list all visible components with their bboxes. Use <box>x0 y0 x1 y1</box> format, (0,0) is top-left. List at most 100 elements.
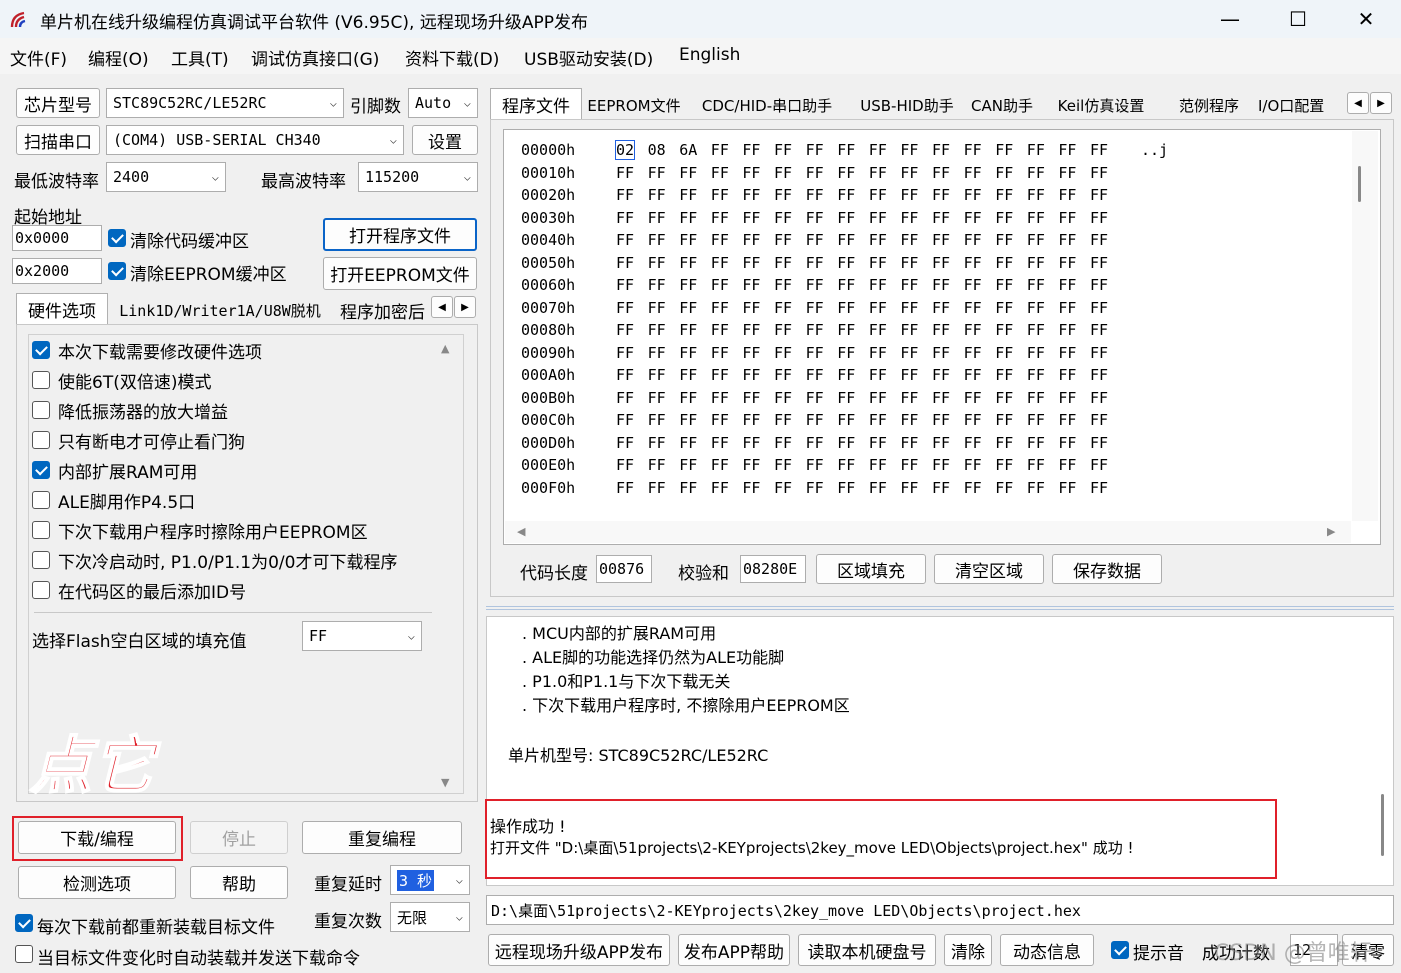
hex-byte[interactable]: FF <box>616 411 634 429</box>
repeat-program-button[interactable]: 重复编程 <box>302 821 462 854</box>
hex-byte[interactable]: FF <box>1090 389 1108 407</box>
menu-file[interactable]: 文件(F) <box>10 45 67 70</box>
hex-byte[interactable]: FF <box>869 209 887 227</box>
read-disk-id-button[interactable]: 读取本机硬盘号 <box>798 934 936 966</box>
hex-byte[interactable]: FF <box>774 389 792 407</box>
hex-byte[interactable]: FF <box>648 254 666 272</box>
hex-byte[interactable]: FF <box>1027 186 1045 204</box>
hex-byte[interactable]: FF <box>806 321 824 339</box>
hex-byte[interactable]: FF <box>742 231 760 249</box>
hex-byte[interactable]: FF <box>616 366 634 384</box>
hex-byte[interactable]: FF <box>1058 434 1076 452</box>
hex-byte[interactable]: FF <box>679 299 697 317</box>
hardware-option-checkbox[interactable] <box>32 431 50 449</box>
tab-right-7[interactable]: I/O口配置 <box>1254 90 1334 120</box>
hex-byte[interactable]: FF <box>1090 321 1108 339</box>
hex-byte[interactable]: FF <box>711 209 729 227</box>
hex-byte[interactable]: FF <box>774 209 792 227</box>
max-baud-select[interactable]: 115200 ⌵ <box>358 162 478 192</box>
hex-byte[interactable]: FF <box>1027 479 1045 497</box>
hex-byte[interactable]: FF <box>995 479 1013 497</box>
minimize-button[interactable]: — <box>1196 0 1264 38</box>
hardware-option-checkbox[interactable] <box>32 461 50 479</box>
hex-byte[interactable]: FF <box>679 344 697 362</box>
scroll-up-icon[interactable]: ▲ <box>441 342 449 355</box>
hex-byte[interactable]: FF <box>900 389 918 407</box>
hex-byte[interactable]: FF <box>837 389 855 407</box>
hex-byte[interactable]: FF <box>1058 254 1076 272</box>
open-eeprom-file-button[interactable]: 打开EEPROM文件 <box>323 257 477 290</box>
hex-byte[interactable]: FF <box>616 389 634 407</box>
hex-byte[interactable]: 02 <box>614 140 636 160</box>
menu-usb-driver[interactable]: USB驱动安装(D) <box>524 45 653 70</box>
chip-type-button[interactable]: 芯片型号 <box>16 88 100 118</box>
serial-port-select[interactable]: (COM4) USB-SERIAL CH340 ⌵ <box>106 125 404 155</box>
hex-byte[interactable]: FF <box>711 411 729 429</box>
hex-byte[interactable]: FF <box>995 366 1013 384</box>
hex-byte[interactable]: FF <box>995 186 1013 204</box>
hex-byte[interactable]: FF <box>964 344 982 362</box>
hex-byte[interactable]: FF <box>964 389 982 407</box>
hex-byte[interactable]: FF <box>711 276 729 294</box>
hex-byte[interactable]: FF <box>616 299 634 317</box>
hex-byte[interactable]: FF <box>1058 389 1076 407</box>
scroll-left-icon[interactable]: ◀ <box>517 525 525 538</box>
hex-byte[interactable]: FF <box>648 344 666 362</box>
hex-byte[interactable]: FF <box>679 434 697 452</box>
hex-byte[interactable]: FF <box>616 209 634 227</box>
hex-byte[interactable]: FF <box>869 434 887 452</box>
hex-byte[interactable]: FF <box>742 456 760 474</box>
hex-byte[interactable]: FF <box>648 434 666 452</box>
hex-byte[interactable]: FF <box>742 186 760 204</box>
pin-count-select[interactable]: Auto ⌵ <box>408 88 478 118</box>
hex-byte[interactable]: FF <box>648 276 666 294</box>
hex-byte[interactable]: FF <box>900 434 918 452</box>
hex-byte[interactable]: FF <box>1027 276 1045 294</box>
hex-byte[interactable]: FF <box>900 164 918 182</box>
tab-hardware-options[interactable]: 硬件选项 <box>16 293 108 325</box>
hex-byte[interactable]: FF <box>648 321 666 339</box>
tab-scroll-left-icon[interactable]: ◀ <box>431 296 453 318</box>
hex-byte[interactable]: FF <box>742 321 760 339</box>
hex-byte[interactable]: FF <box>964 299 982 317</box>
hex-byte[interactable]: FF <box>964 434 982 452</box>
hex-byte[interactable]: FF <box>837 456 855 474</box>
hex-byte[interactable]: FF <box>679 209 697 227</box>
hex-byte[interactable]: FF <box>774 344 792 362</box>
hex-byte[interactable]: FF <box>648 479 666 497</box>
scroll-down-icon[interactable]: ▼ <box>441 776 449 789</box>
hex-byte[interactable]: FF <box>869 366 887 384</box>
hex-byte[interactable]: FF <box>932 141 950 159</box>
hex-byte[interactable]: FF <box>616 276 634 294</box>
reload-checkbox[interactable] <box>15 914 33 932</box>
hex-byte[interactable]: FF <box>837 434 855 452</box>
hex-byte[interactable]: FF <box>900 299 918 317</box>
hex-byte[interactable]: FF <box>1058 141 1076 159</box>
hex-byte[interactable]: 6A <box>679 141 697 159</box>
clear-area-button[interactable]: 清空区域 <box>934 554 1044 584</box>
hex-byte[interactable]: FF <box>900 186 918 204</box>
hex-byte[interactable]: FF <box>1058 366 1076 384</box>
hex-byte[interactable]: FF <box>1090 141 1108 159</box>
hex-byte[interactable]: FF <box>742 411 760 429</box>
hex-byte[interactable]: FF <box>711 456 729 474</box>
hex-byte[interactable]: FF <box>869 164 887 182</box>
tab-right-0[interactable]: 程序文件 <box>490 88 582 120</box>
hex-byte[interactable]: FF <box>806 209 824 227</box>
hex-byte[interactable]: FF <box>648 186 666 204</box>
hex-byte[interactable]: FF <box>1090 254 1108 272</box>
dynamic-info-button[interactable]: 动态信息 <box>1000 934 1094 966</box>
hex-byte[interactable]: FF <box>932 164 950 182</box>
eeprom-address-input[interactable]: 0x2000 <box>12 258 102 284</box>
hex-byte[interactable]: FF <box>742 366 760 384</box>
log-scroll-thumb[interactable] <box>1381 794 1384 856</box>
hex-byte[interactable]: FF <box>679 276 697 294</box>
menu-download[interactable]: 资料下载(D) <box>405 45 499 70</box>
hardware-option-item[interactable]: 只有断电才可停止看门狗 <box>32 428 245 453</box>
right-tab-scroll-left-icon[interactable]: ◀ <box>1347 92 1369 114</box>
hex-byte[interactable]: FF <box>932 389 950 407</box>
hex-byte[interactable]: FF <box>995 344 1013 362</box>
hex-horizontal-scrollbar[interactable]: ◀ ▶ <box>505 521 1351 543</box>
hex-byte[interactable]: FF <box>679 456 697 474</box>
tab-offline[interactable]: Link1D/Writer1A/U8W脱机 <box>112 295 328 325</box>
